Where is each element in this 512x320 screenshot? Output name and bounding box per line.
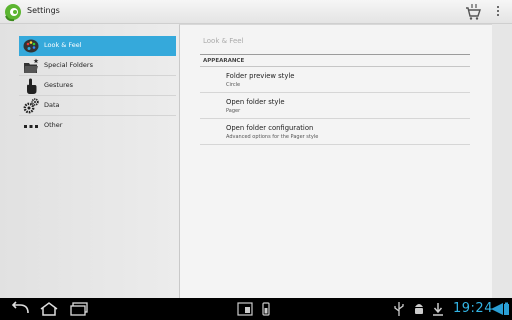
pref-folder-preview-style[interactable]: Folder preview style Circle xyxy=(200,67,470,93)
preferences-pane: Look & Feel APPEARANCE Folder preview st… xyxy=(179,24,492,298)
pref-summary: Pager xyxy=(226,108,241,114)
overflow-menu-icon[interactable] xyxy=(495,6,501,18)
gears-icon xyxy=(23,98,39,114)
sidebar-item-gestures[interactable]: Gestures xyxy=(19,76,176,96)
usb-icon xyxy=(394,302,404,316)
sidebar-item-label: Gestures xyxy=(44,81,74,89)
sidebar-item-look-and-feel[interactable]: Look & Feel xyxy=(19,36,176,56)
section-header: APPEARANCE xyxy=(203,58,245,64)
sidebar: Look & Feel Special Folders Gestures Dat… xyxy=(0,24,179,298)
pref-title: Open folder configuration xyxy=(226,124,314,132)
heading-divider xyxy=(200,54,470,55)
download-icon xyxy=(433,303,443,316)
pref-summary: Circle xyxy=(226,82,241,88)
sidebar-item-label: Special Folders xyxy=(44,61,93,69)
clock[interactable]: 19:24 xyxy=(453,301,493,317)
sidebar-item-label: Other xyxy=(44,121,63,129)
pref-open-folder-style[interactable]: Open folder style Pager xyxy=(200,93,470,119)
sidebar-item-other[interactable]: Other xyxy=(19,116,176,136)
battery-small-icon xyxy=(262,302,270,316)
pref-title: Folder preview style xyxy=(226,72,295,80)
folder-star-icon xyxy=(24,58,39,73)
screenshot-icon[interactable] xyxy=(237,301,253,317)
pref-open-folder-configuration[interactable]: Open folder configuration Advanced optio… xyxy=(200,119,470,145)
action-bar: Settings xyxy=(0,0,512,24)
sidebar-item-label: Data xyxy=(44,101,60,109)
sidebar-item-special-folders[interactable]: Special Folders xyxy=(19,56,176,76)
pref-summary: Advanced options for the Pager style xyxy=(226,134,319,140)
palette-icon xyxy=(23,39,39,53)
back-icon[interactable] xyxy=(8,301,32,317)
sidebar-item-label: Look & Feel xyxy=(44,41,82,49)
android-debug-icon xyxy=(415,304,423,314)
pref-title: Open folder style xyxy=(226,98,285,106)
wifi-icon xyxy=(491,303,503,315)
system-bar: 19:24 xyxy=(0,298,512,320)
battery-icon xyxy=(504,302,509,315)
page-title: Look & Feel xyxy=(203,37,244,45)
recent-apps-icon[interactable] xyxy=(68,301,92,317)
dots-icon xyxy=(24,125,38,128)
home-icon[interactable] xyxy=(38,301,60,317)
sidebar-item-data[interactable]: Data xyxy=(19,96,176,116)
shopping-cart-icon[interactable] xyxy=(465,3,481,21)
chameleon-app-icon[interactable] xyxy=(4,2,24,22)
hand-pointer-icon xyxy=(27,78,37,94)
app-title: Settings xyxy=(27,6,60,15)
